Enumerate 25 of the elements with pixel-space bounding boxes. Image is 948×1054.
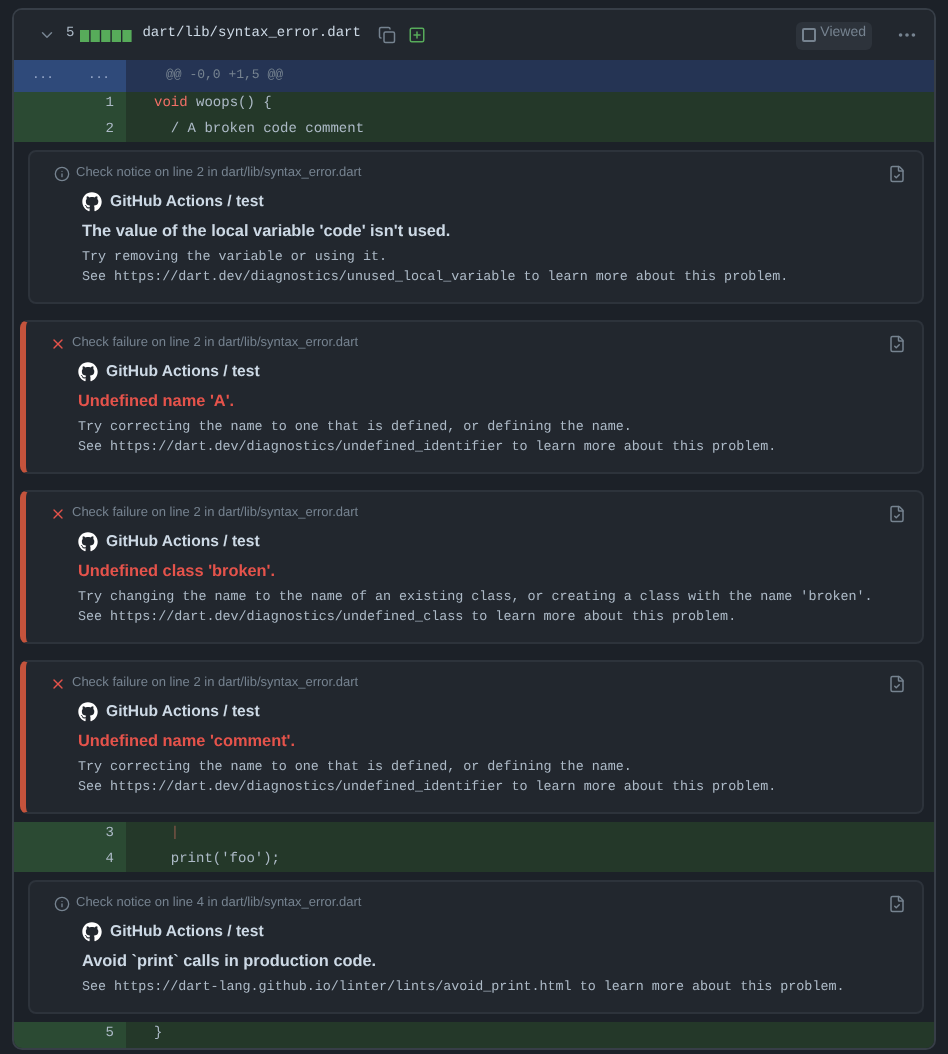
chevron-icon[interactable] (38, 26, 56, 44)
copy-icon[interactable] (378, 26, 397, 44)
annotation-title: The value of the local variable 'code' isn't used. (80, 220, 453, 244)
plus-square-icon (408, 26, 427, 44)
annotation-title: Avoid `print` calls in production code. (80, 950, 379, 974)
github-logo-icon (82, 922, 102, 942)
info-icon (54, 896, 70, 912)
close-icon (50, 336, 66, 352)
github-logo-icon (82, 192, 102, 212)
close-icon (50, 676, 66, 692)
annotation-title: Undefined class 'broken'. (76, 560, 278, 584)
close-icon (50, 506, 66, 522)
document-icon[interactable] (888, 674, 906, 694)
viewed-checkbox[interactable] (802, 28, 817, 42)
diffstat-icon (80, 29, 133, 41)
document-icon[interactable] (888, 504, 906, 524)
document-icon[interactable] (888, 894, 906, 914)
annotation-title: Undefined name 'A'. (76, 390, 237, 414)
document-icon[interactable] (888, 164, 906, 184)
info-icon (54, 166, 70, 182)
github-logo-icon (78, 362, 98, 382)
document-icon[interactable] (888, 334, 906, 354)
github-logo-icon (78, 702, 98, 722)
github-logo-icon (78, 532, 98, 552)
annotation-title: Undefined name 'comment'. (76, 730, 298, 754)
